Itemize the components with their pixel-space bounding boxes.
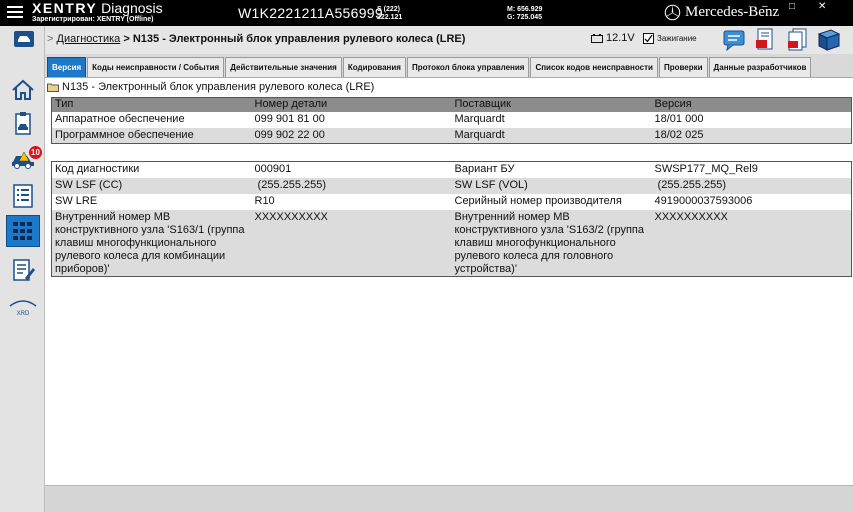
table-cell: XXXXXXXXXX — [651, 209, 852, 276]
column-header-version: Версия — [651, 97, 852, 112]
table-cell: Программное обеспечение — [51, 127, 252, 144]
tab-coding[interactable]: Кодирования — [342, 57, 406, 77]
table-cell: 000901 — [251, 161, 452, 178]
table-cell: Аппаратное обеспечение — [51, 111, 252, 128]
battery-icon — [591, 33, 603, 43]
engine-gearbox-info: M: 656.929 G: 725.045 — [507, 6, 543, 21]
bottom-bar — [45, 485, 853, 512]
ignition-checkbox-icon — [643, 33, 654, 44]
vehicle-button[interactable] — [14, 31, 34, 47]
fault-count-badge: 10 — [29, 146, 42, 159]
table-row: SW LRE R10 Серийный номер производителя … — [51, 193, 852, 210]
tab-fault-codes[interactable]: Коды неисправности / События — [87, 57, 225, 77]
column-header-part-number: Номер детали — [251, 97, 452, 112]
table-row: Внутренний номер MB конструктивного узла… — [51, 209, 852, 276]
table-cell: SW LSF (CC) — [51, 177, 252, 194]
vin-number: W1K2221211A556999 — [238, 5, 383, 21]
breadcrumb: > Диагностика > N135 - Электронный блок … — [47, 33, 466, 45]
tab-bar: Версия Коды неисправности / События Дейс… — [47, 57, 812, 77]
vehicle-clipboard-icon[interactable] — [6, 108, 40, 140]
breadcrumb-bar: > Диагностика > N135 - Электронный блок … — [14, 26, 853, 54]
table-cell: R10 — [251, 193, 452, 210]
list-icon[interactable] — [6, 180, 40, 212]
ignition-status: Зажигание — [643, 33, 697, 44]
mercedes-star-logo-icon — [664, 4, 681, 21]
table-cell: SW LRE — [51, 193, 252, 210]
table-cell: Marquardt — [451, 127, 652, 144]
hamburger-menu-icon[interactable] — [7, 6, 23, 19]
control-units-icon[interactable] — [6, 215, 40, 247]
table-cell: 099 902 22 00 — [251, 127, 452, 144]
table-cell: 099 901 81 00 — [251, 111, 452, 128]
manual-book-icon[interactable] — [817, 28, 841, 52]
table-cell: 18/01 000 — [651, 111, 852, 128]
pdf-document-icon[interactable] — [754, 28, 778, 52]
table-cell: Серийный номер производителя — [451, 193, 652, 210]
pdf-copy-icon[interactable] — [786, 28, 810, 52]
registration-status: Зарегистрирован: XENTRY (Offline) — [32, 16, 154, 23]
table-cell: XXXXXXXXXX — [251, 209, 452, 276]
breadcrumb-link-diagnostics[interactable]: Диагностика — [57, 33, 121, 45]
control-unit-title: N135 - Электронный блок управления рулев… — [47, 81, 374, 93]
table-row: Аппаратное обеспечение 099 901 81 00 Mar… — [51, 111, 852, 128]
tab-fault-code-list[interactable]: Список кодов неисправности — [530, 57, 658, 77]
app-title: XENTRY Diagnosis — [32, 0, 163, 16]
breadcrumb-current: N135 - Электронный блок управления рулев… — [132, 33, 466, 45]
version-panel: N135 - Электронный блок управления рулев… — [45, 77, 853, 485]
folder-icon — [47, 83, 59, 92]
table-row: Программное обеспечение 099 902 22 00 Ma… — [51, 127, 852, 144]
table-cell: 18/02 025 — [651, 127, 852, 144]
home-icon[interactable] — [6, 74, 40, 106]
version-table: Тип Номер детали Поставщик Версия Аппара… — [51, 97, 852, 144]
table-header-row: Тип Номер детали Поставщик Версия — [51, 97, 852, 112]
table-cell: Marquardt — [451, 111, 652, 128]
info-table: Код диагностики 000901 Вариант БУ SWSP17… — [51, 161, 852, 277]
edit-document-icon[interactable] — [6, 254, 40, 286]
svg-text:XRD: XRD — [17, 311, 30, 317]
table-cell: SWSP177_MQ_Rel9 — [651, 161, 852, 178]
left-sidebar: 10 XRD — [0, 26, 45, 512]
maximize-button[interactable]: □ — [789, 1, 795, 12]
table-cell: SW LSF (VOL) — [451, 177, 652, 194]
title-bar: XENTRY Diagnosis Зарегистрирован: XENTRY… — [0, 0, 853, 26]
table-cell: 4919000037593006 — [651, 193, 852, 210]
table-cell: Вариант БУ — [451, 161, 652, 178]
table-row: SW LSF (CC) (255.255.255) SW LSF (VOL) (… — [51, 177, 852, 194]
table-cell: (255.255.255) — [251, 177, 452, 194]
tab-control-unit-log[interactable]: Протокол блока управления — [406, 57, 530, 77]
close-button[interactable]: ✕ — [818, 1, 826, 12]
chat-icon[interactable] — [723, 28, 747, 52]
column-header-supplier: Поставщик — [451, 97, 652, 112]
battery-voltage: 12.1V — [591, 32, 635, 44]
xrd-icon[interactable]: XRD — [6, 292, 40, 324]
table-cell: Внутренний номер MB конструктивного узла… — [51, 209, 252, 276]
tab-developer-data[interactable]: Данные разработчиков — [708, 57, 812, 77]
table-cell: Код диагностики — [51, 161, 252, 178]
tab-checks[interactable]: Проверки — [658, 57, 708, 77]
table-cell: (255.255.255) — [651, 177, 852, 194]
tab-actual-values[interactable]: Действительные значения — [225, 57, 342, 77]
tab-version[interactable]: Версия — [47, 57, 87, 77]
model-info: S (222) 222.121 — [377, 6, 403, 21]
table-cell: Внутренний номер MB конструктивного узла… — [451, 209, 652, 276]
column-header-type: Тип — [51, 97, 252, 112]
table-row: Код диагностики 000901 Вариант БУ SWSP17… — [51, 161, 852, 178]
minimize-button[interactable]: – — [762, 1, 768, 12]
